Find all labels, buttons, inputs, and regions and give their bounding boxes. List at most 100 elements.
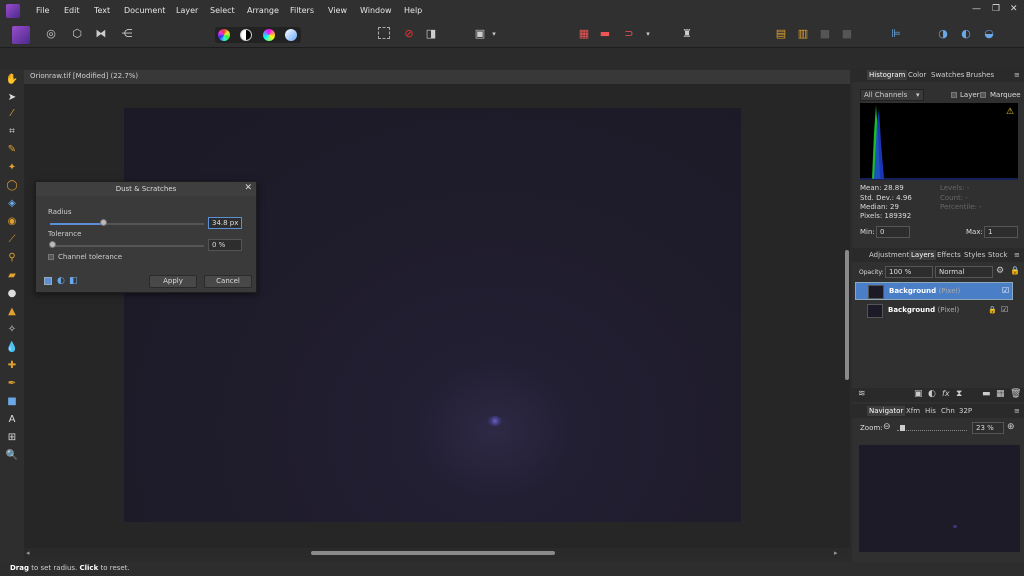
tab-brushes[interactable]: Brushes <box>964 70 996 80</box>
boolean-subtract-icon[interactable]: ◐ <box>959 27 973 41</box>
magnet-icon[interactable]: ⊃ <box>622 27 636 41</box>
menu-select[interactable]: Select <box>210 6 235 15</box>
channels-select[interactable]: All Channels ▾ <box>860 89 924 101</box>
close-window-button[interactable]: ✕ <box>1010 4 1018 14</box>
hsl-icon[interactable] <box>263 29 275 41</box>
scroll-right-icon[interactable]: ▸ <box>834 549 838 557</box>
healing-brush-icon[interactable]: ✚ <box>5 360 19 372</box>
tab-navigator[interactable]: Navigator <box>867 406 906 416</box>
cancel-button[interactable]: Cancel <box>204 275 252 288</box>
crop-tool-icon[interactable]: ⌗ <box>5 126 19 138</box>
group-icon[interactable]: ▬ <box>982 389 991 399</box>
tolerance-slider[interactable] <box>50 245 204 247</box>
mask-icon[interactable]: ▣ <box>914 389 923 399</box>
levels-icon[interactable] <box>240 29 252 41</box>
arrange-forward-icon[interactable]: ▥ <box>796 27 810 41</box>
tab-styles[interactable]: Styles <box>962 250 987 260</box>
selection-brush-icon[interactable]: ✎ <box>5 144 19 156</box>
document-tab[interactable]: Orionraw.tif [Modified] (22.7%) <box>24 70 850 84</box>
color-wheel-icon[interactable] <box>218 29 230 41</box>
panel-menu-icon[interactable]: ≡ <box>1012 250 1022 260</box>
white-balance-icon[interactable] <box>285 29 297 41</box>
invert-selection-icon[interactable]: ◨ <box>424 27 438 41</box>
gear-icon[interactable]: ⚙ <box>996 266 1004 276</box>
menu-layer[interactable]: Layer <box>176 6 198 15</box>
adjustment-icon[interactable]: ◐ <box>928 389 936 399</box>
menu-edit[interactable]: Edit <box>64 6 80 15</box>
apply-button[interactable]: Apply <box>149 275 197 288</box>
split-view-icon[interactable]: ◐ <box>57 276 65 286</box>
color-picker-icon[interactable]: ⁄ <box>5 108 19 120</box>
pen-tool-icon[interactable]: ✒ <box>5 378 19 390</box>
preview-icon[interactable] <box>44 277 52 285</box>
max-field[interactable]: 1 <box>984 226 1018 238</box>
radius-slider[interactable] <box>50 223 204 225</box>
radius-field[interactable]: 34.8 px <box>208 217 242 229</box>
tolerance-slider-knob[interactable] <box>49 241 56 248</box>
panel-menu-icon[interactable]: ≡ <box>1012 70 1022 80</box>
grid-icon[interactable]: ▦ <box>577 27 591 41</box>
zoom-in-icon[interactable]: ⊕ <box>1007 422 1015 432</box>
scroll-thumb[interactable] <box>311 551 555 555</box>
align-icon[interactable]: ⊫ <box>889 27 903 41</box>
layer-checkbox[interactable] <box>951 92 957 98</box>
marquee-checkbox[interactable] <box>980 92 986 98</box>
tab-adjustment[interactable]: Adjustment <box>867 250 911 260</box>
clone-brush-icon[interactable]: ⚲ <box>5 252 19 264</box>
marquee-tool-icon[interactable]: ◯ <box>5 180 19 192</box>
menu-window[interactable]: Window <box>360 6 392 15</box>
photo-persona-icon[interactable] <box>12 26 30 44</box>
tab-history[interactable]: His <box>923 406 938 416</box>
mirror-view-icon[interactable]: ◧ <box>69 276 78 286</box>
add-pixel-layer-icon[interactable]: ▦ <box>996 389 1005 399</box>
zoom-tool-icon[interactable]: 🔍 <box>5 450 19 462</box>
tab-color[interactable]: Color <box>906 70 928 80</box>
tab-32p[interactable]: 32P <box>957 406 974 416</box>
hand-tool-icon[interactable]: ✋ <box>5 74 19 86</box>
chevron-down-icon[interactable]: ▾ <box>641 27 655 41</box>
tab-swatches[interactable]: Swatches <box>929 70 966 80</box>
visibility-checkbox-icon[interactable]: ☑ <box>1002 286 1009 295</box>
radius-slider-knob[interactable] <box>99 219 107 226</box>
navigator-thumbnail[interactable] <box>859 445 1020 552</box>
opacity-field[interactable]: 100 % <box>885 266 933 278</box>
zoom-slider-knob[interactable] <box>900 425 905 431</box>
mesh-warp-icon[interactable]: ⊞ <box>5 432 19 444</box>
erase-brush-icon[interactable]: ▰ <box>5 270 19 282</box>
tab-transform[interactable]: Xfm <box>904 406 922 416</box>
zoom-out-icon[interactable]: ⊖ <box>883 422 891 432</box>
min-field[interactable]: 0 <box>876 226 910 238</box>
visibility-checkbox-icon[interactable]: ☑ <box>1001 305 1008 314</box>
menu-filters[interactable]: Filters <box>290 6 314 15</box>
export-persona-icon[interactable]: ⋲ <box>120 27 134 41</box>
gradient-tool-icon[interactable]: ◉ <box>5 216 19 228</box>
menu-document[interactable]: Document <box>124 6 165 15</box>
tolerance-field[interactable]: 0 % <box>208 239 242 251</box>
marquee-icon[interactable] <box>378 27 390 39</box>
minimize-button[interactable]: — <box>972 4 981 14</box>
menu-file[interactable]: File <box>36 6 49 15</box>
horizontal-scrollbar[interactable]: ◂ ▸ <box>24 548 850 558</box>
boolean-intersect-icon[interactable]: ◒ <box>982 27 996 41</box>
flood-select-icon[interactable]: ✦ <box>5 162 19 174</box>
blur-brush-icon[interactable]: 💧 <box>5 342 19 354</box>
liquify-persona-icon[interactable]: ◎ <box>44 27 58 41</box>
channel-tolerance-checkbox[interactable] <box>48 254 54 260</box>
develop-persona-icon[interactable]: ⬡ <box>70 27 84 41</box>
menu-arrange[interactable]: Arrange <box>247 6 279 15</box>
layer-row-selected[interactable]: Background (Pixel) ☑ <box>855 282 1013 300</box>
tab-effects[interactable]: Effects <box>935 250 963 260</box>
tab-histogram[interactable]: Histogram <box>867 70 908 80</box>
paint-brush-icon[interactable]: ⟋ <box>5 234 19 246</box>
menu-help[interactable]: Help <box>404 6 422 15</box>
chevron-down-icon[interactable]: ▾ <box>487 27 501 41</box>
assistant-icon[interactable]: ♜ <box>680 27 694 41</box>
deselect-icon[interactable]: ⊘ <box>402 27 416 41</box>
lock-icon[interactable]: 🔒 <box>1010 266 1020 275</box>
restore-button[interactable]: ❐ <box>992 4 1000 14</box>
dodge-brush-icon[interactable]: ● <box>5 288 19 300</box>
tab-stock[interactable]: Stock <box>986 250 1009 260</box>
layer-row[interactable]: Background (Pixel) 🔒 ☑ <box>855 302 1013 320</box>
snapping-icon[interactable]: ▬ <box>598 27 612 41</box>
move-tool-icon[interactable]: ➤ <box>5 92 19 104</box>
